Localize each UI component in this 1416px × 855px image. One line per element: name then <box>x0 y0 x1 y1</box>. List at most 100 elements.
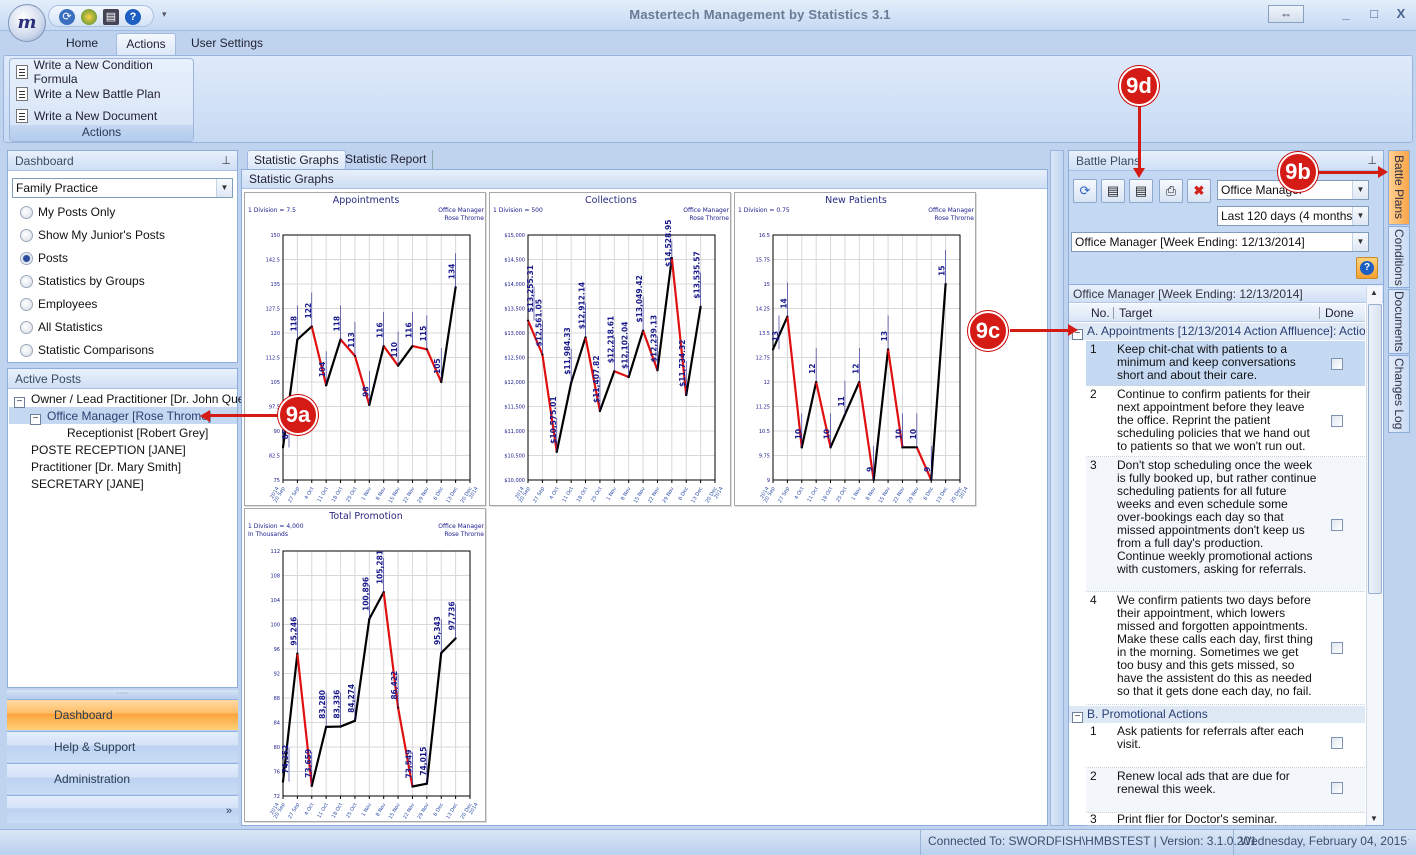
done-checkbox[interactable] <box>1331 782 1343 794</box>
write-battle-plan-button[interactable]: Write a New Battle Plan <box>16 84 161 104</box>
qat-customize-icon[interactable]: ▾ <box>162 9 167 20</box>
group-row-appointments[interactable]: −A. Appointments [12/13/2014 Action Affl… <box>1069 323 1365 340</box>
data-label: 122 <box>304 303 313 319</box>
list-item[interactable]: 4We confirm patients two days before the… <box>1086 592 1365 705</box>
tab-statistic-graphs[interactable]: Statistic Graphs <box>247 150 346 169</box>
data-label: 73,549 <box>404 750 413 779</box>
overflow-chevron-icon[interactable]: » <box>226 796 232 826</box>
side-tab-changes-log[interactable]: Changes Log <box>1388 355 1410 433</box>
delete-icon[interactable]: ✖ <box>1187 179 1211 203</box>
list-item[interactable]: 3Don't stop scheduling once the week is … <box>1086 457 1365 592</box>
tree-item-practitioner[interactable]: Practitioner [Dr. Mary Smith] <box>31 460 181 474</box>
scroll-down-icon[interactable]: ▼ <box>1370 814 1378 823</box>
done-checkbox[interactable] <box>1331 519 1343 531</box>
x-tick-label: 29 Nov <box>417 802 431 820</box>
print-icon[interactable]: ⎙ <box>1159 179 1183 203</box>
refresh-icon[interactable]: ⟳ <box>59 9 75 25</box>
panel-splitter[interactable] <box>1050 150 1064 826</box>
nav-help-support[interactable]: Help & Support <box>7 731 238 762</box>
pin-icon[interactable]: ⊥ <box>1367 151 1377 171</box>
radio-employees[interactable]: Employees <box>20 297 97 311</box>
collapse-icon[interactable]: − <box>14 397 25 408</box>
y-tick-label: 84 <box>274 721 280 727</box>
tree-item-receptionist[interactable]: Receptionist [Robert Grey] <box>67 426 208 440</box>
x-tick-label: 18 Oct <box>331 486 345 503</box>
done-checkbox[interactable] <box>1331 642 1343 654</box>
data-label: 14 <box>779 298 788 308</box>
radio-label: Statistics by Groups <box>38 274 145 288</box>
globe-icon[interactable] <box>81 9 97 25</box>
side-tab-conditions[interactable]: Conditions <box>1388 226 1410 288</box>
chart-new-patients[interactable]: New Patients1 Division = 0.75Office Mana… <box>734 192 976 506</box>
nav-splitter-grip[interactable]: ····· <box>7 690 238 698</box>
scroll-up-icon[interactable]: ▲ <box>1370 288 1378 297</box>
collapse-icon[interactable]: − <box>1072 712 1083 723</box>
write-document-button[interactable]: Write a New Document <box>16 106 157 126</box>
edit-battle-plan-icon[interactable]: ▤ <box>1129 179 1153 203</box>
data-label: 10 <box>909 429 918 439</box>
radio-posts[interactable]: Posts <box>20 251 68 265</box>
column-target[interactable]: Target <box>1119 304 1152 322</box>
tab-statistic-report[interactable]: Statistic Report <box>339 150 433 169</box>
data-label: 118 <box>289 316 298 332</box>
close-button[interactable]: X <box>1393 6 1409 21</box>
chart-collections[interactable]: Collections1 Division = 500Office Manage… <box>489 192 731 506</box>
new-battle-plan-icon[interactable]: ▤ <box>1101 179 1125 203</box>
restore-layout-button[interactable]: ⇔ <box>1268 5 1304 23</box>
chart-appointments[interactable]: Appointments1 Division = 7.5Office Manag… <box>244 192 486 506</box>
week-select[interactable]: Office Manager [Week Ending: 12/13/2014]… <box>1071 232 1369 252</box>
scrollbar-thumb[interactable] <box>1368 304 1382 594</box>
help-button[interactable]: ? <box>1356 257 1378 279</box>
y-tick-label: $12,500 <box>504 356 525 362</box>
list-item[interactable]: 2Renew local ads that are due for renewa… <box>1086 768 1365 813</box>
resize-grip-icon[interactable]: ⋰ <box>1402 838 1410 847</box>
battle-plans-panel: Battle Plans⊥ ⟳ ▤ ▤ ⎙ ✖ Office Manager▼ … <box>1068 150 1384 826</box>
tree-item-secretary[interactable]: SECRETARY [JANE] <box>31 477 144 491</box>
tree-item-poste-reception[interactable]: POSTE RECEPTION [JANE] <box>31 443 186 457</box>
item-number: 3 <box>1090 459 1097 472</box>
tab-home[interactable]: Home <box>56 33 108 55</box>
help-icon[interactable]: ? <box>125 9 141 25</box>
nav-dashboard[interactable]: Dashboard <box>7 699 238 730</box>
done-checkbox[interactable] <box>1331 358 1343 370</box>
tab-actions[interactable]: Actions <box>116 33 176 55</box>
list-item[interactable]: 1Ask patients for referrals after each v… <box>1086 723 1365 768</box>
column-no[interactable]: No. <box>1091 304 1110 322</box>
column-divider <box>1319 307 1320 319</box>
y-tick-label: 15.75 <box>756 258 770 264</box>
list-item[interactable]: 3Print flier for Doctor's seminar. <box>1086 813 1365 826</box>
minimize-button[interactable]: _ <box>1338 6 1354 21</box>
tree-item-office-manager[interactable]: −Office Manager [Rose Throme] <box>30 409 211 425</box>
y-tick-label: 127.5 <box>266 307 280 313</box>
done-checkbox[interactable] <box>1331 737 1343 749</box>
chart-svg: Total Promotion1 Division = 4,000In Thou… <box>245 509 487 823</box>
vertical-scrollbar[interactable]: ▲ ▼ <box>1366 286 1382 825</box>
chevron-down-icon: ▼ <box>1352 181 1368 199</box>
write-condition-formula-button[interactable]: Write a New Condition Formula <box>16 62 193 82</box>
tab-user-settings[interactable]: User Settings <box>184 33 270 55</box>
group-row-promotional-actions[interactable]: −B. Promotional Actions <box>1069 706 1365 723</box>
column-done[interactable]: Done <box>1325 304 1354 322</box>
practice-select[interactable]: Family Practice▼ <box>12 178 233 198</box>
nav-overflow[interactable]: » <box>7 795 238 823</box>
print-icon[interactable]: ▤ <box>103 9 119 25</box>
side-tab-battle-plans[interactable]: Battle Plans <box>1388 150 1410 225</box>
radio-all-statistics[interactable]: All Statistics <box>20 320 103 334</box>
radio-my-posts-only[interactable]: My Posts Only <box>20 205 115 219</box>
radio-show-juniors-posts[interactable]: Show My Junior's Posts <box>20 228 165 242</box>
refresh-icon[interactable]: ⟳ <box>1073 179 1097 203</box>
period-select[interactable]: Last 120 days (4 months)▼ <box>1217 206 1369 226</box>
radio-statistics-by-groups[interactable]: Statistics by Groups <box>20 274 145 288</box>
radio-statistic-comparisons[interactable]: Statistic Comparisons <box>20 343 154 357</box>
nav-administration[interactable]: Administration <box>7 763 238 794</box>
collapse-icon[interactable]: − <box>30 414 41 425</box>
chart-total-promotion[interactable]: Total Promotion1 Division = 4,000In Thou… <box>244 508 486 822</box>
maximize-button[interactable]: □ <box>1366 6 1382 21</box>
tree-item-owner[interactable]: −Owner / Lead Practitioner [Dr. John Que… <box>14 392 248 408</box>
list-item[interactable]: 2Continue to confirm patients for their … <box>1086 386 1365 457</box>
pin-icon[interactable]: ⊥ <box>221 151 231 171</box>
list-item[interactable]: 1Keep chit-chat with patients to a minim… <box>1086 341 1365 386</box>
app-menu-button[interactable]: m <box>8 4 46 42</box>
done-checkbox[interactable] <box>1331 415 1343 427</box>
side-tab-documents[interactable]: Documents <box>1388 289 1410 354</box>
